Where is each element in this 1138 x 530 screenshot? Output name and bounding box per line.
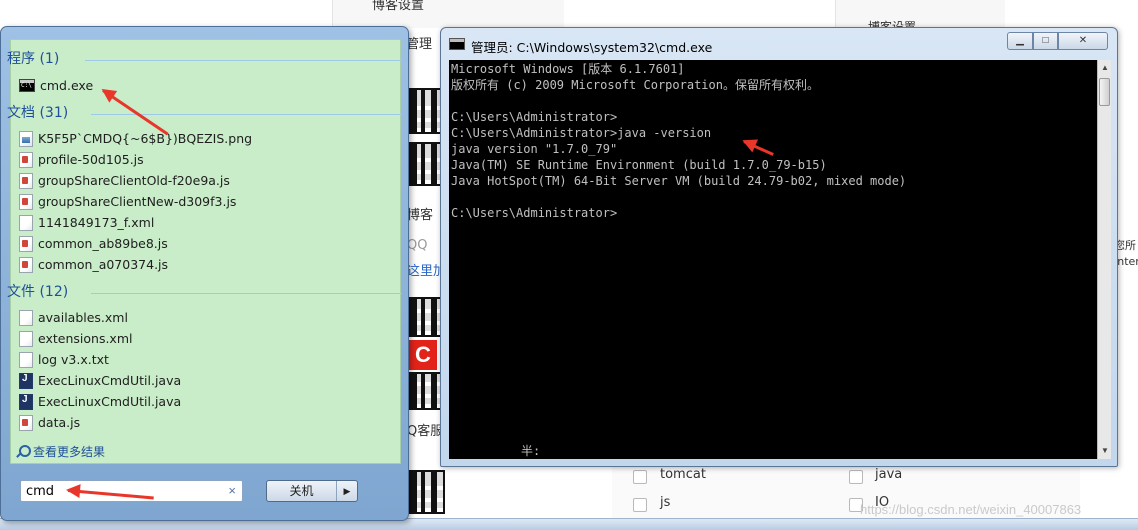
search-result-label: 1141849173_f.xml <box>38 215 155 230</box>
search-result-item[interactable]: 1141849173_f.xml <box>19 212 379 233</box>
minimize-button[interactable]: ▁ <box>1007 32 1033 50</box>
result-group-title: 程序 (1) <box>7 51 60 67</box>
js-file-icon <box>19 193 33 210</box>
search-result-label: ExecLinuxCmdUtil.java <box>38 394 182 409</box>
console-line: 版权所有 (c) 2009 Microsoft Corporation。保留所有… <box>451 78 819 92</box>
console-line: Java HotSpot(TM) 64-Bit Server VM (build… <box>451 174 907 188</box>
result-group-title: 文件 (12) <box>7 284 69 300</box>
shutdown-label: 关机 <box>267 481 337 501</box>
cmd-window: 管理员: C:\Windows\system32\cmd.exe ▁ □ ✕ 半… <box>440 27 1118 467</box>
checkbox-label: java <box>875 467 903 482</box>
search-result-item[interactable]: K5F5P`CMDQ{~6$B})BQEZIS.png <box>19 128 379 149</box>
console-line: Microsoft Windows [版本 6.1.7601] <box>451 62 685 76</box>
js-file-icon <box>19 256 33 273</box>
logo-icon: C <box>409 340 437 370</box>
js-file-icon <box>19 172 33 189</box>
search-result-label: extensions.xml <box>38 331 133 346</box>
see-more-results-link[interactable]: 查看更多结果 <box>16 443 105 460</box>
search-result-label: common_ab89be8.js <box>38 236 168 251</box>
js-file-icon <box>19 414 33 431</box>
scroll-thumb[interactable] <box>1099 78 1110 106</box>
see-more-results-label: 查看更多结果 <box>33 445 106 459</box>
search-result-label: data.js <box>38 415 81 430</box>
search-result-label: groupShareClientNew-d309f3.js <box>38 194 237 209</box>
group-divider <box>85 60 402 61</box>
search-result-label: ExecLinuxCmdUtil.java <box>38 373 182 388</box>
scroll-down-arrow-icon[interactable]: ▼ <box>1098 443 1112 459</box>
search-result-item[interactable]: groupShareClientNew-d309f3.js <box>19 191 379 212</box>
console-line: Java(TM) SE Runtime Environment (build 1… <box>451 158 827 172</box>
search-result-label: profile-50d105.js <box>38 152 144 167</box>
search-result-label: groupShareClientOld-f20e9a.js <box>38 173 230 188</box>
maximize-button[interactable]: □ <box>1033 32 1058 50</box>
search-result-item[interactable]: data.js <box>19 412 379 433</box>
close-button[interactable]: ✕ <box>1058 32 1108 50</box>
console-line: C:\Users\Administrator>java -version <box>451 126 712 140</box>
checkbox-label: js <box>660 495 671 510</box>
cmd-titlebar[interactable]: 管理员: C:\Windows\system32\cmd.exe ▁ □ ✕ <box>441 28 1117 60</box>
group-divider <box>91 293 402 294</box>
result-group-title: 文档 (31) <box>7 105 69 121</box>
search-result-item[interactable]: log v3.x.txt <box>19 349 379 370</box>
cmd-window-title: 管理员: C:\Windows\system32\cmd.exe <box>471 40 713 55</box>
console-line: C:\Users\Administrator> <box>451 206 618 220</box>
start-menu: 查看更多结果 × 关机 ▶ 程序 (1) cmd.exe 文档 (31) K5F5P`… <box>0 26 409 521</box>
search-result-item[interactable]: availables.xml <box>19 307 379 328</box>
search-box[interactable]: × <box>20 480 243 502</box>
java-file-icon <box>19 393 33 410</box>
search-result-label: cmd.exe <box>40 78 94 93</box>
bg-text: QQ <box>407 238 428 253</box>
qr-code-image <box>409 470 445 514</box>
bg-text: 博客 <box>407 208 434 223</box>
ime-status: 半: <box>521 444 541 458</box>
png-file-icon <box>19 130 33 147</box>
checkbox[interactable] <box>849 470 863 484</box>
search-result-item[interactable]: cmd.exe <box>19 75 379 96</box>
search-result-label: availables.xml <box>38 310 128 325</box>
search-result-item[interactable]: common_a070374.js <box>19 254 379 275</box>
shutdown-button[interactable]: 关机 ▶ <box>266 480 358 502</box>
search-result-item[interactable]: common_ab89be8.js <box>19 233 379 254</box>
search-result-item[interactable]: extensions.xml <box>19 328 379 349</box>
bg-text: 博客设置 <box>372 0 425 13</box>
console-output[interactable]: 半: Microsoft Windows [版本 6.1.7601] 版权所有 (… <box>449 60 1097 459</box>
search-result-item[interactable]: ExecLinuxCmdUtil.java <box>19 370 379 391</box>
console-line: C:\Users\Administrator> <box>451 110 618 124</box>
txt-file-icon <box>19 351 33 368</box>
js-file-icon <box>19 151 33 168</box>
shutdown-options-arrow-icon[interactable]: ▶ <box>337 481 357 501</box>
checkbox[interactable] <box>633 470 647 484</box>
search-result-label: log v3.x.txt <box>38 352 109 367</box>
search-result-label: K5F5P`CMDQ{~6$B})BQEZIS.png <box>38 131 253 146</box>
bg-panel <box>332 0 564 28</box>
search-result-item[interactable]: groupShareClientOld-f20e9a.js <box>19 170 379 191</box>
cmd-file-icon <box>19 79 35 92</box>
checkbox-label: tomcat <box>660 467 706 482</box>
search-result-item[interactable]: ExecLinuxCmdUtil.java <box>19 391 379 412</box>
console-line: java version "1.7.0_79" <box>451 142 618 156</box>
java-file-icon <box>19 372 33 389</box>
vertical-scrollbar[interactable]: ▲ ▼ <box>1097 60 1111 459</box>
search-result-label: common_a070374.js <box>38 257 169 272</box>
xml-file-icon <box>19 309 33 326</box>
clear-search-icon[interactable]: × <box>228 483 236 498</box>
xml-file-icon <box>19 214 33 231</box>
checkbox[interactable] <box>633 498 647 512</box>
scroll-up-arrow-icon[interactable]: ▲ <box>1098 60 1112 76</box>
watermark: https://blog.csdn.net/weixin_40007863 <box>860 502 1082 517</box>
bg-text: 管理 <box>406 37 433 52</box>
js-file-icon <box>19 235 33 252</box>
cmd-app-icon <box>449 38 465 50</box>
xml-file-icon <box>19 330 33 347</box>
bg-text: Q客服 <box>407 424 444 439</box>
search-icon <box>16 445 31 458</box>
search-result-item[interactable]: profile-50d105.js <box>19 149 379 170</box>
